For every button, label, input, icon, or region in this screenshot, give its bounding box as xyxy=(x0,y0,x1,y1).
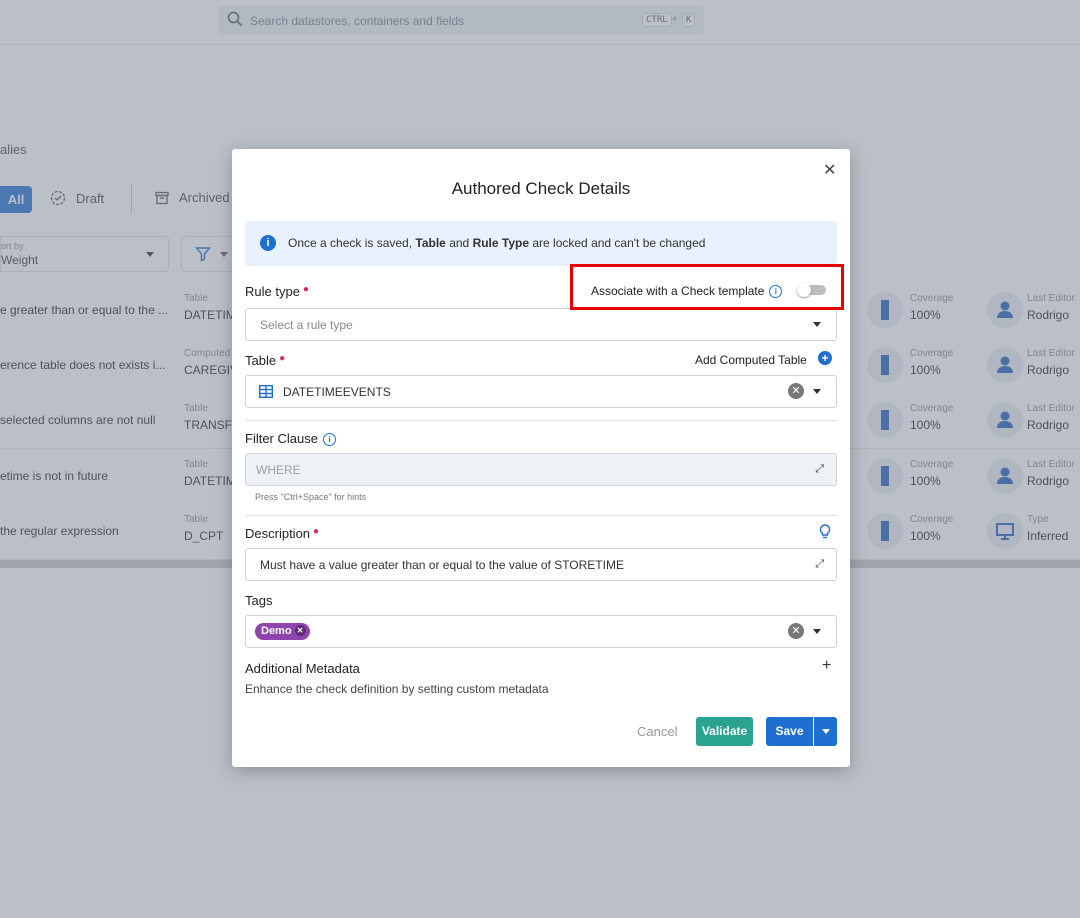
description-label: Description ● xyxy=(245,526,320,541)
clear-icon[interactable]: ✕ xyxy=(788,383,804,399)
section-divider xyxy=(245,420,837,421)
description-value: Must have a value greater than or equal … xyxy=(260,558,624,572)
highlight-box xyxy=(570,264,844,310)
chevron-down-icon xyxy=(813,322,821,327)
save-button[interactable]: Save xyxy=(766,717,813,746)
save-options-button[interactable] xyxy=(814,717,837,746)
add-computed-table-link[interactable]: Add Computed Table xyxy=(695,353,807,367)
info-icon: i xyxy=(260,235,276,251)
metadata-subtitle: Enhance the check definition by setting … xyxy=(245,682,549,696)
table-icon xyxy=(259,385,273,398)
required-icon: ● xyxy=(313,526,320,537)
dialog-title: Authored Check Details xyxy=(451,179,631,198)
rule-type-placeholder: Select a rule type xyxy=(260,318,353,332)
remove-tag-icon[interactable]: ✕ xyxy=(294,625,306,636)
info-text: Once a check is saved, Table and Rule Ty… xyxy=(288,236,706,250)
tags-label: Tags xyxy=(245,593,273,608)
tag-chip[interactable]: Demo ✕ xyxy=(255,623,310,640)
rule-type-select[interactable]: Select a rule type xyxy=(245,308,837,341)
chevron-down-icon xyxy=(813,389,821,394)
section-divider xyxy=(245,515,837,516)
add-circle-icon[interactable]: + xyxy=(818,351,832,365)
required-icon: ● xyxy=(279,353,286,364)
filter-clause-input[interactable]: WHERE ⤢ xyxy=(245,453,837,486)
description-input[interactable]: Must have a value greater than or equal … xyxy=(245,548,837,581)
cancel-button[interactable]: Cancel xyxy=(637,724,677,739)
expand-icon[interactable]: ⤢ xyxy=(815,558,824,571)
filter-clause-label: Filter Clause i xyxy=(245,431,336,447)
required-icon: ● xyxy=(302,284,309,295)
metadata-title: Additional Metadata xyxy=(245,661,360,676)
lightbulb-icon[interactable] xyxy=(819,524,831,540)
authored-check-dialog: ✕ Authored Check Details i Once a check … xyxy=(232,149,850,767)
validate-button[interactable]: Validate xyxy=(696,717,753,746)
chevron-down-icon xyxy=(822,729,830,734)
table-value: DATETIMEEVENTS xyxy=(283,385,391,399)
table-label: Table ● xyxy=(245,353,286,368)
info-banner: i Once a check is saved, Table and Rule … xyxy=(245,221,837,266)
filter-hint: Press "Ctrl+Space" for hints xyxy=(255,492,367,502)
plus-icon[interactable]: + xyxy=(822,657,831,675)
table-select[interactable]: DATETIMEEVENTS ✕ xyxy=(245,375,837,408)
tags-select[interactable]: Demo ✕ ✕ xyxy=(245,615,837,648)
chevron-down-icon xyxy=(813,629,821,634)
info-icon[interactable]: i xyxy=(322,433,336,447)
clear-icon[interactable]: ✕ xyxy=(788,623,804,639)
filter-placeholder: WHERE xyxy=(256,463,301,477)
close-icon[interactable]: ✕ xyxy=(823,160,836,180)
rule-type-label: Rule type ● xyxy=(245,284,309,299)
expand-icon[interactable]: ⤢ xyxy=(815,463,824,476)
